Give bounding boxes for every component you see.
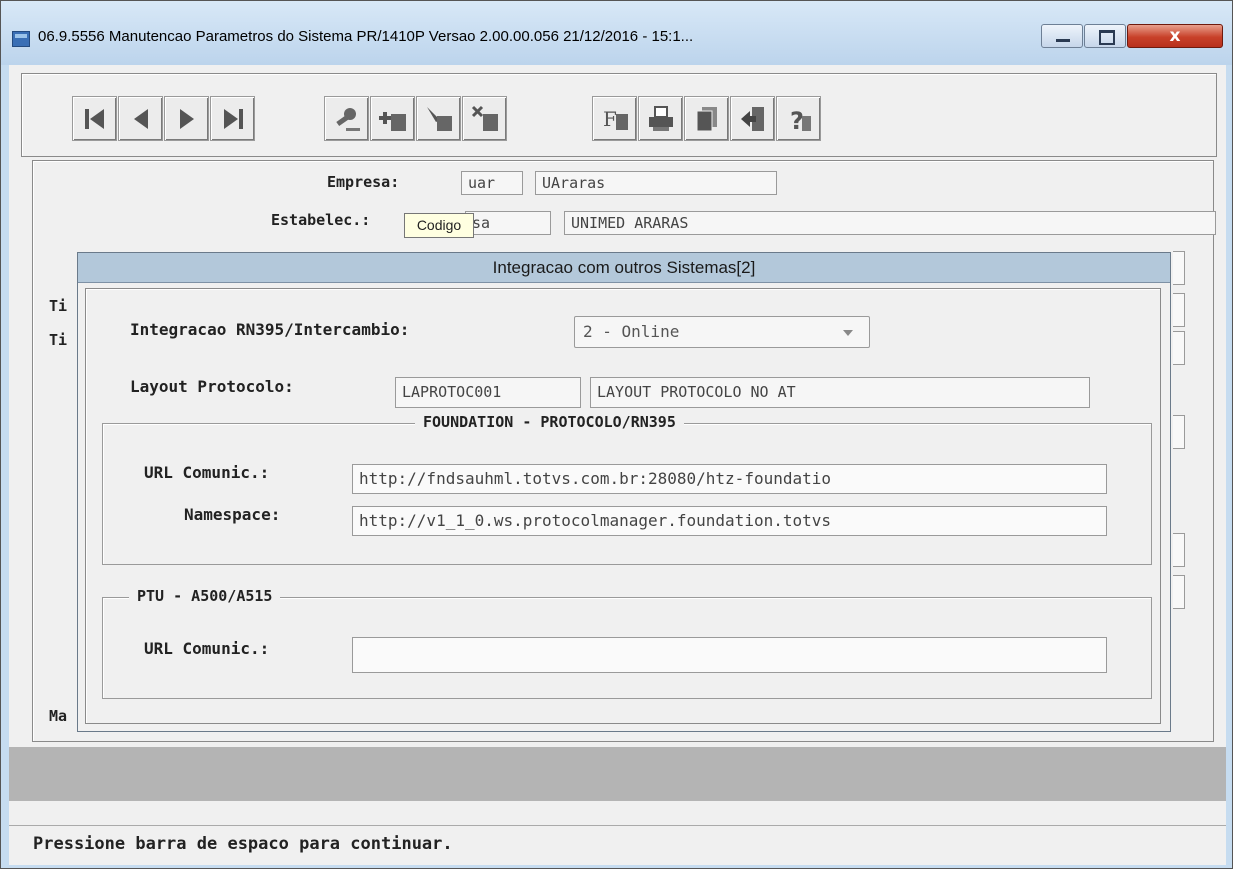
partial-label-ti-2: Ti: [49, 331, 68, 349]
first-record-icon: [84, 108, 104, 129]
empresa-label: Empresa:: [327, 173, 400, 191]
print-button[interactable]: [638, 96, 683, 141]
layout-desc-field[interactable]: LAYOUT PROTOCOLO NO AT: [590, 377, 1090, 408]
window-title: 06.9.5556 Manutencao Parametros do Siste…: [38, 28, 694, 45]
status-message: Pressione barra de espaco para continuar…: [33, 834, 453, 854]
print-icon: [648, 105, 673, 131]
layout-code-field[interactable]: LAPROTOC001: [395, 377, 581, 408]
delete-record-icon: [471, 105, 498, 131]
partial-label-ti-1: Ti: [49, 297, 68, 315]
integration-dialog: Integracao com outros Sistemas[2] Integr…: [77, 252, 1171, 732]
estabelec-name-field[interactable]: UNIMED ARARAS: [564, 211, 1216, 235]
estabelec-code-field[interactable]: sa: [465, 211, 551, 235]
layout-protocolo-label: Layout Protocolo:: [130, 377, 294, 396]
foundation-group: FOUNDATION - PROTOCOLO/RN395: [102, 413, 1152, 565]
last-record-icon: [223, 108, 243, 129]
svg-text:F: F: [603, 107, 617, 131]
chevron-down-icon: [843, 330, 853, 336]
namespace-label: Namespace:: [184, 505, 281, 524]
help-icon: ?: [790, 107, 811, 134]
ptu-url-field[interactable]: [352, 637, 1107, 673]
foundation-url-label: URL Comunic.:: [144, 463, 270, 482]
filter-button[interactable]: F: [592, 96, 637, 141]
search-key-button[interactable]: [324, 96, 369, 141]
add-record-button[interactable]: [370, 96, 415, 141]
previous-record-icon: [133, 108, 148, 129]
exit-button[interactable]: [730, 96, 775, 141]
hidden-field-edge: [1173, 251, 1185, 285]
hidden-field-edge: [1173, 331, 1185, 365]
search-key-icon: [335, 107, 360, 131]
last-record-button[interactable]: [210, 96, 255, 141]
hidden-field-edge: [1173, 533, 1185, 567]
close-button[interactable]: x: [1127, 24, 1223, 48]
edit-record-icon: [426, 106, 452, 131]
hidden-field-edge: [1173, 293, 1185, 327]
app-icon: [12, 31, 30, 47]
gray-separator-bar: [9, 747, 1226, 801]
copy-button[interactable]: [684, 96, 729, 141]
empresa-name-field[interactable]: UAraras: [535, 171, 777, 195]
hidden-field-edge: [1173, 415, 1185, 449]
ptu-url-label: URL Comunic.:: [144, 639, 270, 658]
edit-record-button[interactable]: [416, 96, 461, 141]
svg-text:?: ?: [790, 107, 804, 134]
filter-icon: F: [603, 107, 628, 131]
help-button[interactable]: ?: [776, 96, 821, 141]
first-record-button[interactable]: [72, 96, 117, 141]
exit-icon: [740, 106, 764, 131]
namespace-field[interactable]: http://v1_1_0.ws.protocolmanager.foundat…: [352, 506, 1107, 536]
add-record-icon: [378, 111, 406, 131]
status-bar: Pressione barra de espaco para continuar…: [9, 825, 1226, 865]
foundation-url-field[interactable]: http://fndsauhml.totvs.com.br:28080/htz-…: [352, 464, 1107, 494]
copy-icon: [696, 106, 717, 131]
partial-label-ma: Ma: [49, 707, 68, 725]
toolbar: F ?: [21, 73, 1217, 157]
integracao-select[interactable]: 2 - Online: [574, 316, 870, 348]
integracao-label: Integracao RN395/Intercambio:: [130, 320, 410, 339]
foundation-legend: FOUNDATION - PROTOCOLO/RN395: [415, 413, 684, 431]
delete-record-button[interactable]: [462, 96, 507, 141]
application-window: 06.9.5556 Manutencao Parametros do Siste…: [0, 0, 1233, 869]
dialog-title[interactable]: Integracao com outros Sistemas[2]: [78, 253, 1170, 283]
integracao-select-value: 2 - Online: [583, 322, 680, 341]
previous-record-button[interactable]: [118, 96, 163, 141]
ptu-legend: PTU - A500/A515: [129, 587, 281, 605]
estabelec-label: Estabelec.:: [271, 211, 371, 229]
close-icon: x: [1169, 26, 1181, 46]
next-record-button[interactable]: [164, 96, 209, 141]
codigo-tooltip: Codigo: [404, 213, 474, 238]
maximize-button[interactable]: [1084, 24, 1126, 48]
minimize-button[interactable]: [1041, 24, 1083, 48]
next-record-icon: [179, 108, 194, 129]
empresa-code-field[interactable]: uar: [461, 171, 523, 195]
title-bar[interactable]: 06.9.5556 Manutencao Parametros do Siste…: [1, 1, 1232, 65]
hidden-field-edge: [1173, 575, 1185, 609]
